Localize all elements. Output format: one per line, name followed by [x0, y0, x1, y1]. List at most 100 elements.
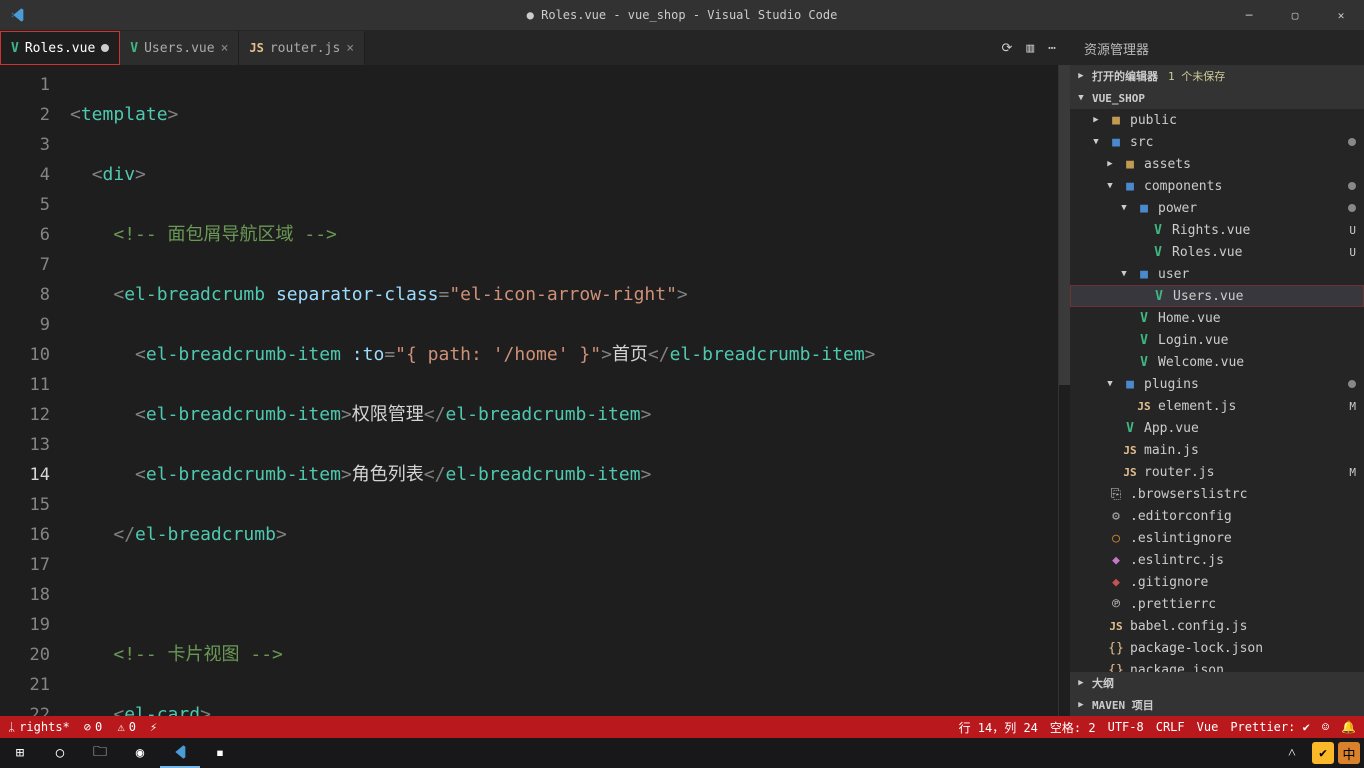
close-icon[interactable]: ×	[221, 41, 229, 56]
tree-item-rights-vue[interactable]: VRights.vueU	[1070, 219, 1364, 241]
minimize-button[interactable]: ─	[1226, 0, 1272, 30]
tab-users-vue[interactable]: VUsers.vue×	[120, 31, 239, 65]
tree-item-power[interactable]: ▼■power	[1070, 197, 1364, 219]
tree-item-app-vue[interactable]: VApp.vue	[1070, 417, 1364, 439]
more-icon[interactable]: ⋯	[1048, 41, 1056, 56]
tree-label: plugins	[1144, 377, 1343, 392]
outline-header[interactable]: ▶ 大纲	[1070, 672, 1364, 694]
file-icon: V	[1149, 223, 1167, 238]
tree-item-main-js[interactable]: JSmain.js	[1070, 439, 1364, 461]
tab-label: Roles.vue	[25, 41, 95, 56]
editor[interactable]: 12345678910111213141516171819202122 <tem…	[0, 65, 1070, 716]
prettier-status[interactable]: Prettier: ✔	[1230, 720, 1309, 734]
twisty-icon: ▼	[1104, 181, 1116, 191]
tab-toolbar: ⟳ ▥ ⋯	[1001, 31, 1070, 65]
tree-item-router-js[interactable]: JSrouter.jsM	[1070, 461, 1364, 483]
close-icon[interactable]: ×	[346, 41, 354, 56]
tree-item-plugins[interactable]: ▼■plugins	[1070, 373, 1364, 395]
git-branch[interactable]: ᛦrights*	[8, 720, 70, 734]
minimap-scrollbar[interactable]	[1058, 65, 1070, 716]
open-editors-header[interactable]: ▶ 打开的编辑器 1 个未保存	[1070, 65, 1364, 87]
maven-header[interactable]: ▶ MAVEN 项目	[1070, 694, 1364, 716]
git-status-badge: M	[1349, 466, 1356, 479]
tree-label: package-lock.json	[1130, 641, 1356, 656]
file-icon: ■	[1121, 179, 1139, 194]
error-icon: ⊘	[84, 720, 91, 734]
tree-item-login-vue[interactable]: VLogin.vue	[1070, 329, 1364, 351]
file-icon: V	[1150, 289, 1168, 304]
code-area[interactable]: <template> <div> <!-- 面包屑导航区域 --> <el-br…	[70, 65, 1058, 716]
vscode-icon	[0, 7, 35, 23]
editor-tab-bar: VRoles.vueVUsers.vue×JSrouter.js× ⟳ ▥ ⋯ …	[0, 30, 1364, 65]
close-button[interactable]: ✕	[1318, 0, 1364, 30]
tree-item-public[interactable]: ▶■public	[1070, 109, 1364, 131]
tree-label: .gitignore	[1130, 575, 1356, 590]
tree-label: components	[1144, 179, 1343, 194]
chevron-down-icon: ▼	[1074, 93, 1088, 103]
maximize-button[interactable]: ▢	[1272, 0, 1318, 30]
tree-item--prettierrc[interactable]: ℗.prettierrc	[1070, 593, 1364, 615]
tree-item-src[interactable]: ▼■src	[1070, 131, 1364, 153]
tab-roles-vue[interactable]: VRoles.vue	[0, 31, 120, 65]
ime-cn-icon[interactable]: 中	[1338, 742, 1360, 764]
indent[interactable]: 空格: 2	[1050, 719, 1096, 736]
tree-item-babel-config-js[interactable]: JSbabel.config.js	[1070, 615, 1364, 637]
file-icon: ℗	[1107, 597, 1125, 612]
tree-item-welcome-vue[interactable]: VWelcome.vue	[1070, 351, 1364, 373]
bell-icon[interactable]: 🔔	[1341, 720, 1356, 734]
chevron-right-icon: ▶	[1074, 71, 1088, 81]
dirty-indicator-icon	[101, 44, 109, 52]
tree-item--eslintrc-js[interactable]: ◆.eslintrc.js	[1070, 549, 1364, 571]
start-button[interactable]: ⊞	[0, 738, 40, 768]
file-icon: ○	[1107, 531, 1125, 546]
tree-label: router.js	[1144, 465, 1344, 480]
tab-router-js[interactable]: JSrouter.js×	[239, 31, 365, 65]
tree-item--editorconfig[interactable]: ⚙.editorconfig	[1070, 505, 1364, 527]
chevron-right-icon: ▶	[1074, 700, 1088, 710]
file-icon: ⎘	[1107, 487, 1125, 502]
window-controls: ─ ▢ ✕	[1226, 0, 1364, 30]
tree-item-roles-vue[interactable]: VRoles.vueU	[1070, 241, 1364, 263]
feedback-icon[interactable]: ☺	[1322, 720, 1329, 734]
tree-item--browserslistrc[interactable]: ⎘.browserslistrc	[1070, 483, 1364, 505]
vscode-button[interactable]	[160, 738, 200, 768]
tree-label: Home.vue	[1158, 311, 1356, 326]
tree-item-users-vue[interactable]: VUsers.vue	[1070, 285, 1364, 307]
tree-item-element-js[interactable]: JSelement.jsM	[1070, 395, 1364, 417]
eol[interactable]: CRLF	[1156, 720, 1185, 734]
live-icon[interactable]: ⚡	[150, 720, 157, 734]
file-icon: {}	[1107, 663, 1125, 673]
language-mode[interactable]: Vue	[1197, 720, 1219, 734]
windows-taskbar: ⊞ ○ 🗀 ◉ ▪ ˄ ✔ 中	[0, 738, 1364, 768]
tree-item-assets[interactable]: ▶■assets	[1070, 153, 1364, 175]
tree-label: src	[1130, 135, 1343, 150]
errors[interactable]: ⊘0 ⚠0	[84, 720, 136, 734]
explorer-button[interactable]: 🗀	[80, 738, 120, 768]
project-header[interactable]: ▼ VUE_SHOP	[1070, 87, 1364, 109]
cursor-position[interactable]: 行 14，列 24	[959, 719, 1038, 736]
tray-chevron-icon[interactable]: ˄	[1272, 738, 1312, 768]
file-icon: V	[1121, 421, 1139, 436]
tree-label: babel.config.js	[1130, 619, 1356, 634]
tree-item--eslintignore[interactable]: ○.eslintignore	[1070, 527, 1364, 549]
file-icon: ⚙	[1107, 509, 1125, 524]
tree-item-user[interactable]: ▼■user	[1070, 263, 1364, 285]
file-icon: V	[1135, 311, 1153, 326]
ime-icon[interactable]: ✔	[1312, 742, 1334, 764]
tree-item-home-vue[interactable]: V Home.vue	[1070, 307, 1364, 329]
tree-item-package-lock-json[interactable]: {}package-lock.json	[1070, 637, 1364, 659]
chrome-button[interactable]: ◉	[120, 738, 160, 768]
tree-item-components[interactable]: ▼ ■ components	[1070, 175, 1364, 197]
twisty-icon: ▶	[1104, 159, 1116, 169]
file-tree[interactable]: ▶■public▼■src▶■assets ▼ ■ components ▼■power…	[1070, 109, 1364, 672]
tree-item-nackage-ison[interactable]: {}nackage ison	[1070, 659, 1364, 672]
twisty-icon: ▼	[1118, 269, 1130, 279]
terminal-button[interactable]: ▪	[200, 738, 240, 768]
split-editor-icon[interactable]: ▥	[1026, 41, 1034, 56]
search-button[interactable]: ○	[40, 738, 80, 768]
compare-icon[interactable]: ⟳	[1001, 41, 1012, 56]
encoding[interactable]: UTF-8	[1108, 720, 1144, 734]
title-bar: ● Roles.vue - vue_shop - Visual Studio C…	[0, 0, 1364, 30]
tree-item--gitignore[interactable]: ◆.gitignore	[1070, 571, 1364, 593]
tree-label: Welcome.vue	[1158, 355, 1356, 370]
